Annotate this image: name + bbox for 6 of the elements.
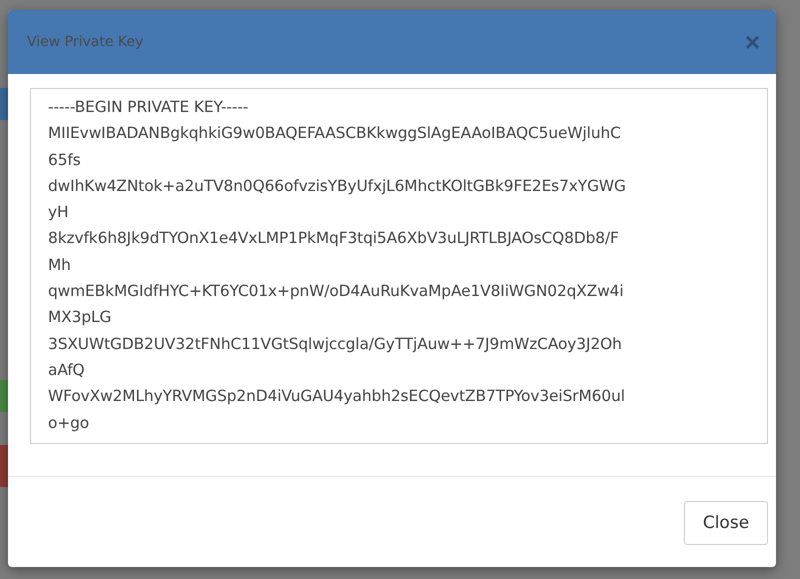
page-tab-background [0, 445, 8, 487]
close-button[interactable]: Close [684, 501, 768, 545]
private-key-text-area[interactable]: -----BEGIN PRIVATE KEY----- MIIEvwIBADANBgkqhkiG9w0BAQEFAASCBKkwggSlAgEAAoIBAQC5ueWjluhC 65fs dwIhKw4ZNtok+a2uTV8n0Q66ofvzisYByUfxjL6MhctKOltGBk9FE2Es7xYGWG yH 8kzvfk6h8Jk9dTYOnX1e4VxLMP1PkMqF3tqi5A6XbV3uLJRTLBJAOsCQ8Db8/F Mh qwmEBkMGIdfHYC+KT6YC01x+pnW/oD4AuRuKvaMpAe1V8IiWGN02qXZw4i MX3pLG 3SXUWtGDB2UV32tFNhC11VGtSqlwjccgla/GyTTjAuw++7J9mWzCAoy3J2Oh aAfQ WFovXw2MLhyYRVMGSp2nD4iVuGAU4yahbh2sECQevtZB7TPYov3eiSrM60ul o+go [30, 88, 768, 444]
dialog-title: View Private Key [27, 34, 144, 50]
page-tab-background [0, 88, 8, 120]
page-tab-background [0, 380, 8, 412]
